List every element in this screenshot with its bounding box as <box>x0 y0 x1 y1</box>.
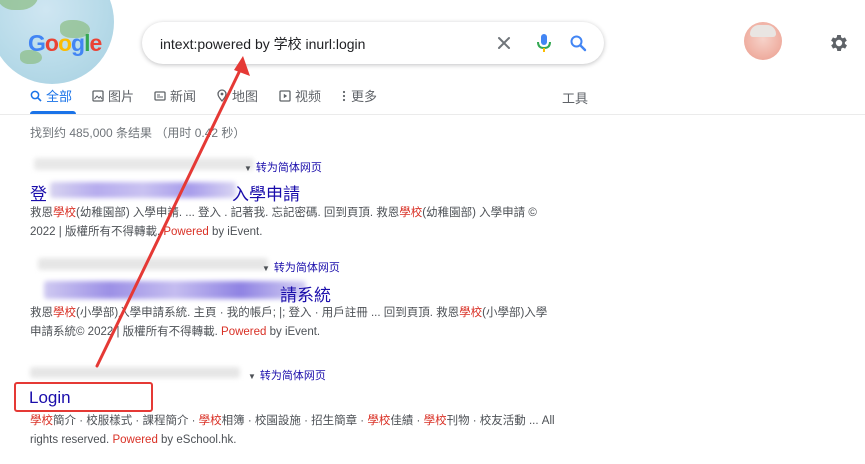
redacted-url <box>38 258 268 270</box>
redacted-title <box>44 281 306 299</box>
redacted-url <box>34 158 254 170</box>
tab-videos[interactable]: 视频 <box>279 86 321 105</box>
result-snippet: 學校簡介 · 校服樣式 · 課程簡介 · 學校相簿 · 校園設施 · 招生簡章 … <box>30 412 555 450</box>
keyword-highlight: 學校 <box>198 415 222 427</box>
tab-all[interactable]: 全部 <box>30 86 72 105</box>
snippet-text: 救恩 <box>30 307 53 319</box>
dropdown-arrow-icon: ▼ <box>244 164 252 173</box>
search-icon <box>30 90 42 102</box>
snippet-text: by iEvent. <box>208 226 263 238</box>
translate-label: 转为简体网页 <box>255 162 322 174</box>
tab-label: 视频 <box>295 89 322 104</box>
snippet-text: by iEvent. <box>266 326 321 338</box>
result-title-end[interactable]: 請系統 <box>280 281 331 306</box>
translate-label: 转为简体网页 <box>259 370 326 382</box>
header-divider <box>0 114 865 115</box>
tab-images[interactable]: 图片 <box>92 86 134 105</box>
snippet-text: 簡介 · 校服樣式 · 課程簡介 · <box>53 415 199 427</box>
tab-more[interactable]: 更多 <box>341 86 377 105</box>
snippet-text: 佳績 · <box>390 415 424 427</box>
more-vert-icon <box>342 90 346 101</box>
search-input[interactable]: intext:powered by 学校 inurl:login <box>160 34 365 54</box>
gear-icon[interactable] <box>828 32 852 56</box>
keyword-highlight: 學校 <box>53 307 76 319</box>
map-pin-icon <box>217 89 227 102</box>
dropdown-arrow-icon: ▼ <box>262 264 270 273</box>
keyword-highlight: Powered <box>112 434 158 446</box>
translate-link[interactable]: ▼ 转为简体网页 <box>244 159 322 175</box>
play-icon <box>279 89 291 102</box>
snippet-text: 相簿 · 校園設施 · 招生簡章 · <box>221 415 368 427</box>
image-icon <box>92 89 104 102</box>
clear-icon[interactable] <box>492 31 516 55</box>
tab-label: 更多 <box>351 89 378 104</box>
dropdown-arrow-icon: ▼ <box>248 372 256 381</box>
search-tabs: 全部 图片 新闻 地图 视频 更多 <box>30 86 590 106</box>
keyword-highlight: 學校 <box>30 415 53 427</box>
result-stats: 找到约 485,000 条结果 （用时 0.42 秒） <box>30 126 246 140</box>
tools-button[interactable]: 工具 <box>562 88 588 107</box>
result-snippet: 救恩學校(小學部)入學申請系統. 主頁 · 我的帳戶; |; 登入 · 用戶註冊… <box>30 304 555 342</box>
tab-label: 新闻 <box>170 89 197 104</box>
translate-label: 转为简体网页 <box>273 262 340 274</box>
search-box[interactable]: intext:powered by 学校 inurl:login <box>142 22 604 64</box>
keyword-highlight: 學校 <box>423 415 447 427</box>
keyword-highlight: 學校 <box>399 207 423 219</box>
keyword-highlight: 學校 <box>459 307 483 319</box>
snippet-text: by eSchool.hk. <box>157 434 237 446</box>
tab-label: 地图 <box>232 89 259 104</box>
snippet-text: 救恩 <box>30 207 53 219</box>
newspaper-icon <box>154 90 166 101</box>
microphone-icon[interactable] <box>532 31 556 55</box>
tab-label: 图片 <box>108 89 135 104</box>
keyword-highlight: 學校 <box>53 207 76 219</box>
snippet-text: (幼稚園部) 入學申請. ... 登入 . 記著我. 忘記密碼. 回到頁頂. 救… <box>76 207 400 219</box>
result-title-start[interactable]: 登 <box>30 180 47 205</box>
result-snippet: 救恩學校(幼稚園部) 入學申請. ... 登入 . 記著我. 忘記密碼. 回到頁… <box>30 204 550 242</box>
keyword-highlight: 學校 <box>367 415 391 427</box>
google-logo[interactable]: Google <box>28 30 102 57</box>
translate-link[interactable]: ▼ 转为简体网页 <box>262 259 340 275</box>
keyword-highlight: Powered <box>163 226 209 238</box>
account-avatar[interactable] <box>744 22 782 60</box>
redacted-url <box>30 367 240 378</box>
tab-maps[interactable]: 地图 <box>216 86 258 105</box>
keyword-highlight: Powered <box>221 326 267 338</box>
tab-news[interactable]: 新闻 <box>154 86 196 105</box>
tab-label: 全部 <box>46 89 73 104</box>
search-icon[interactable] <box>566 31 590 55</box>
redacted-title <box>50 182 236 198</box>
annotation-highlight-box <box>14 382 153 412</box>
snippet-text: (小學部)入學申請系統. 主頁 · 我的帳戶; |; 登入 · 用戶註冊 ...… <box>76 307 460 319</box>
result-title-end[interactable]: 入學申請 <box>232 180 300 205</box>
translate-link[interactable]: ▼ 转为简体网页 <box>248 367 326 383</box>
